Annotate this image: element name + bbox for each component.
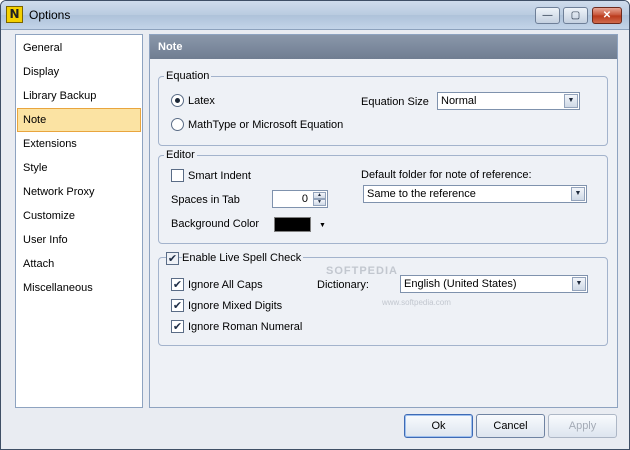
dictionary-value: English (United States) [404,278,517,290]
options-window: N Options — ▢ ✕ General Display Library … [0,0,630,450]
sidebar-item-attach[interactable]: Attach [17,252,141,276]
default-folder-label: Default folder for note of reference: [361,169,532,181]
color-dropdown-icon[interactable]: ▼ [319,221,326,231]
equation-size-label: Equation Size [361,96,429,108]
cancel-button[interactable]: Cancel [476,414,545,438]
mathtype-label[interactable]: MathType or Microsoft Equation [188,118,343,132]
app-icon: N [6,6,23,23]
sidebar-item-user-info[interactable]: User Info [17,228,141,252]
spaces-in-tab-stepper[interactable]: 0 ▲ ▼ [272,190,328,208]
maximize-button[interactable]: ▢ [563,7,588,24]
softpedia-watermark-url: www.softpedia.com [382,298,451,307]
ignore-caps-label[interactable]: Ignore All Caps [188,278,263,292]
sidebar-item-miscellaneous[interactable]: Miscellaneous [17,276,141,300]
ignore-roman-label[interactable]: Ignore Roman Numeral [188,320,302,334]
ignore-roman-checkbox[interactable]: ✔ [171,320,184,333]
chevron-down-icon[interactable]: ▼ [564,94,578,108]
default-folder-value: Same to the reference [367,188,476,200]
background-color-label: Background Color [171,218,260,230]
sidebar-item-network-proxy[interactable]: Network Proxy [17,180,141,204]
default-folder-select[interactable]: Same to the reference ▼ [363,185,587,203]
latex-label[interactable]: Latex [188,94,215,108]
ignore-caps-checkbox[interactable]: ✔ [171,278,184,291]
sidebar-item-extensions[interactable]: Extensions [17,132,141,156]
smart-indent-label[interactable]: Smart Indent [188,169,251,183]
sidebar-item-library-backup[interactable]: Library Backup [17,84,141,108]
dictionary-select[interactable]: English (United States) ▼ [400,275,588,293]
minimize-button[interactable]: — [535,7,560,24]
close-button[interactable]: ✕ [592,7,622,24]
ok-button[interactable]: Ok [404,414,473,438]
chevron-down-icon[interactable]: ▼ [572,277,586,291]
category-list: General Display Library Backup Note Exte… [15,34,143,408]
chevron-down-icon[interactable]: ▼ [571,187,585,201]
ignore-digits-label[interactable]: Ignore Mixed Digits [188,299,282,313]
spell-check-group: ✔ Enable Live Spell Check ✔ Ignore All C… [158,251,608,346]
settings-panel: Note Equation Latex MathType or Microsof… [149,34,618,408]
apply-button[interactable]: Apply [548,414,617,438]
sidebar-item-customize[interactable]: Customize [17,204,141,228]
sidebar-item-general[interactable]: General [17,36,141,60]
enable-spell-check-checkbox[interactable]: ✔ [166,252,179,265]
spaces-in-tab-value: 0 [301,193,308,205]
window-title: Options [29,8,71,22]
equation-group: Equation Latex MathType or Microsoft Equ… [158,69,608,146]
sidebar-item-display[interactable]: Display [17,60,141,84]
dictionary-label: Dictionary: [317,279,369,291]
ignore-digits-checkbox[interactable]: ✔ [171,299,184,312]
latex-radio[interactable] [171,94,184,107]
panel-title: Note [150,35,617,59]
sidebar-item-style[interactable]: Style [17,156,141,180]
smart-indent-checkbox[interactable] [171,169,184,182]
spaces-in-tab-label: Spaces in Tab [171,194,240,206]
mathtype-radio[interactable] [171,118,184,131]
editor-group: Editor Smart Indent Spaces in Tab 0 ▲ ▼ … [158,148,608,244]
equation-group-label: Equation [164,69,212,83]
equation-size-select[interactable]: Normal ▼ [437,92,580,110]
spin-down-icon[interactable]: ▼ [313,199,326,206]
title-bar[interactable]: N Options — ▢ ✕ [1,1,629,30]
softpedia-watermark: SOFTPEDIA [326,265,398,277]
sidebar-item-note[interactable]: Note [17,108,141,132]
equation-size-value: Normal [441,95,477,107]
editor-group-label: Editor [164,148,197,162]
enable-spell-check-label[interactable]: Enable Live Spell Check [182,251,304,265]
spin-up-icon[interactable]: ▲ [313,192,326,199]
background-color-swatch[interactable] [274,217,311,232]
